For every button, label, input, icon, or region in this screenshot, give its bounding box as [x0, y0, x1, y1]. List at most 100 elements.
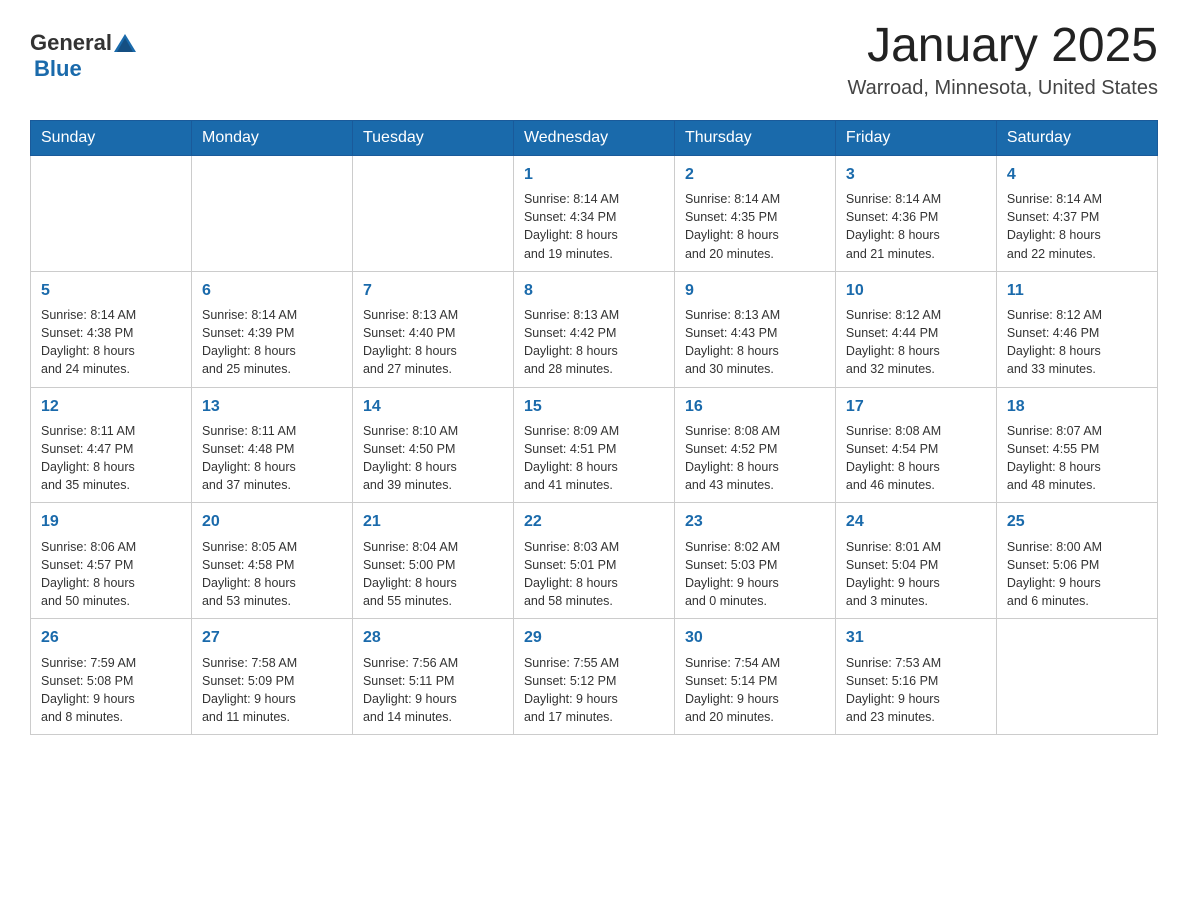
- day-number: 20: [202, 511, 342, 533]
- logo-general-text: General: [30, 30, 112, 56]
- calendar-cell: 23 Sunrise: 8:02 AMSunset: 5:03 PMDayligh…: [674, 503, 835, 619]
- day-number: 17: [846, 396, 986, 418]
- logo-blue-text: Blue: [34, 56, 82, 82]
- calendar-cell: 24Sunrise: 8:01 AMSunset: 5:04 PMDayligh…: [835, 503, 996, 619]
- day-number: 13: [202, 396, 342, 418]
- calendar-cell: 7Sunrise: 8:13 AMSunset: 4:40 PMDaylight…: [352, 271, 513, 387]
- calendar-cell: 25Sunrise: 8:00 AMSunset: 5:06 PMDayligh…: [996, 503, 1157, 619]
- day-number: 23: [685, 511, 825, 533]
- calendar-cell: 28 Sunrise: 7:56 AMSunset: 5:11 PMDayligh…: [352, 619, 513, 735]
- calendar-cell: 19Sunrise: 8:06 AMSunset: 4:57 PMDayligh…: [31, 503, 192, 619]
- calendar-cell: 20 Sunrise: 8:05 AMSunset: 4:58 PMDayligh…: [191, 503, 352, 619]
- calendar-cell: 13 Sunrise: 8:11 AMSunset: 4:48 PMDayligh…: [191, 387, 352, 503]
- calendar-cell: 22Sunrise: 8:03 AMSunset: 5:01 PMDayligh…: [513, 503, 674, 619]
- day-number: 2: [685, 164, 825, 186]
- day-info: Sunrise: 8:10 AMSunset: 4:50 PMDaylight:…: [363, 422, 503, 495]
- page-header: General Blue January 2025 Warroad, Minne…: [30, 20, 1158, 100]
- column-header-wednesday: Wednesday: [513, 120, 674, 155]
- calendar-week-row: 5 Sunrise: 8:14 AMSunset: 4:38 PMDaylight…: [31, 271, 1158, 387]
- calendar-cell: 5 Sunrise: 8:14 AMSunset: 4:38 PMDaylight…: [31, 271, 192, 387]
- day-number: 11: [1007, 280, 1147, 302]
- calendar-header-row: SundayMondayTuesdayWednesdayThursdayFrid…: [31, 120, 1158, 155]
- day-number: 1: [524, 164, 664, 186]
- calendar-cell: 15Sunrise: 8:09 AMSunset: 4:51 PMDayligh…: [513, 387, 674, 503]
- day-number: 7: [363, 280, 503, 302]
- calendar-cell: 3Sunrise: 8:14 AMSunset: 4:36 PMDaylight…: [835, 155, 996, 271]
- day-number: 8: [524, 280, 664, 302]
- calendar-week-row: 19Sunrise: 8:06 AMSunset: 4:57 PMDayligh…: [31, 503, 1158, 619]
- day-number: 14: [363, 396, 503, 418]
- day-number: 22: [524, 511, 664, 533]
- day-info: Sunrise: 7:59 AMSunset: 5:08 PMDaylight:…: [41, 654, 181, 727]
- calendar-cell: 26 Sunrise: 7:59 AMSunset: 5:08 PMDayligh…: [31, 619, 192, 735]
- location-title: Warroad, Minnesota, United States: [847, 77, 1158, 100]
- calendar-cell: 30Sunrise: 7:54 AMSunset: 5:14 PMDayligh…: [674, 619, 835, 735]
- day-number: 25: [1007, 511, 1147, 533]
- day-number: 6: [202, 280, 342, 302]
- day-info: Sunrise: 8:08 AMSunset: 4:54 PMDaylight:…: [846, 422, 986, 495]
- column-header-monday: Monday: [191, 120, 352, 155]
- day-info: Sunrise: 8:12 AMSunset: 4:46 PMDaylight:…: [1007, 306, 1147, 379]
- day-info: Sunrise: 8:02 AMSunset: 5:03 PMDaylight:…: [685, 538, 825, 611]
- day-info: Sunrise: 7:56 AMSunset: 5:11 PMDaylight:…: [363, 654, 503, 727]
- calendar-cell: 29Sunrise: 7:55 AMSunset: 5:12 PMDayligh…: [513, 619, 674, 735]
- logo: General Blue: [30, 20, 136, 82]
- day-number: 5: [41, 280, 181, 302]
- day-info: Sunrise: 8:11 AMSunset: 4:48 PMDaylight:…: [202, 422, 342, 495]
- day-number: 10: [846, 280, 986, 302]
- day-number: 12: [41, 396, 181, 418]
- calendar-cell: 1 Sunrise: 8:14 AMSunset: 4:34 PMDaylight…: [513, 155, 674, 271]
- day-number: 16: [685, 396, 825, 418]
- calendar-week-row: 1 Sunrise: 8:14 AMSunset: 4:34 PMDaylight…: [31, 155, 1158, 271]
- day-info: Sunrise: 8:14 AMSunset: 4:34 PMDaylight:…: [524, 190, 664, 263]
- month-title: January 2025: [847, 20, 1158, 73]
- day-info: Sunrise: 7:58 AMSunset: 5:09 PMDaylight:…: [202, 654, 342, 727]
- column-header-sunday: Sunday: [31, 120, 192, 155]
- day-number: 26: [41, 627, 181, 649]
- day-info: Sunrise: 8:14 AMSunset: 4:39 PMDaylight:…: [202, 306, 342, 379]
- calendar-cell: 9 Sunrise: 8:13 AMSunset: 4:43 PMDaylight…: [674, 271, 835, 387]
- day-info: Sunrise: 8:14 AMSunset: 4:35 PMDaylight:…: [685, 190, 825, 263]
- day-number: 4: [1007, 164, 1147, 186]
- calendar-cell: [996, 619, 1157, 735]
- calendar-cell: [352, 155, 513, 271]
- day-info: Sunrise: 8:01 AMSunset: 5:04 PMDaylight:…: [846, 538, 986, 611]
- calendar-week-row: 12 Sunrise: 8:11 AMSunset: 4:47 PMDayligh…: [31, 387, 1158, 503]
- calendar-cell: 31 Sunrise: 7:53 AMSunset: 5:16 PMDayligh…: [835, 619, 996, 735]
- calendar-cell: 11 Sunrise: 8:12 AMSunset: 4:46 PMDayligh…: [996, 271, 1157, 387]
- calendar-table: SundayMondayTuesdayWednesdayThursdayFrid…: [30, 120, 1158, 735]
- day-info: Sunrise: 8:05 AMSunset: 4:58 PMDaylight:…: [202, 538, 342, 611]
- day-info: Sunrise: 8:14 AMSunset: 4:37 PMDaylight:…: [1007, 190, 1147, 263]
- day-number: 28: [363, 627, 503, 649]
- column-header-thursday: Thursday: [674, 120, 835, 155]
- day-info: Sunrise: 8:13 AMSunset: 4:43 PMDaylight:…: [685, 306, 825, 379]
- day-info: Sunrise: 8:11 AMSunset: 4:47 PMDaylight:…: [41, 422, 181, 495]
- day-info: Sunrise: 7:53 AMSunset: 5:16 PMDaylight:…: [846, 654, 986, 727]
- calendar-cell: 8 Sunrise: 8:13 AMSunset: 4:42 PMDaylight…: [513, 271, 674, 387]
- calendar-cell: 12 Sunrise: 8:11 AMSunset: 4:47 PMDayligh…: [31, 387, 192, 503]
- day-info: Sunrise: 8:14 AMSunset: 4:38 PMDaylight:…: [41, 306, 181, 379]
- calendar-cell: [31, 155, 192, 271]
- calendar-cell: 4 Sunrise: 8:14 AMSunset: 4:37 PMDaylight…: [996, 155, 1157, 271]
- calendar-cell: 18Sunrise: 8:07 AMSunset: 4:55 PMDayligh…: [996, 387, 1157, 503]
- day-number: 9: [685, 280, 825, 302]
- day-number: 29: [524, 627, 664, 649]
- calendar-cell: 16 Sunrise: 8:08 AMSunset: 4:52 PMDayligh…: [674, 387, 835, 503]
- column-header-saturday: Saturday: [996, 120, 1157, 155]
- day-info: Sunrise: 8:14 AMSunset: 4:36 PMDaylight:…: [846, 190, 986, 263]
- day-info: Sunrise: 8:08 AMSunset: 4:52 PMDaylight:…: [685, 422, 825, 495]
- title-area: January 2025 Warroad, Minnesota, United …: [847, 20, 1158, 100]
- calendar-cell: 10 Sunrise: 8:12 AMSunset: 4:44 PMDayligh…: [835, 271, 996, 387]
- day-info: Sunrise: 7:54 AMSunset: 5:14 PMDaylight:…: [685, 654, 825, 727]
- day-info: Sunrise: 8:04 AMSunset: 5:00 PMDaylight:…: [363, 538, 503, 611]
- calendar-cell: 6 Sunrise: 8:14 AMSunset: 4:39 PMDaylight…: [191, 271, 352, 387]
- calendar-cell: [191, 155, 352, 271]
- day-info: Sunrise: 8:09 AMSunset: 4:51 PMDaylight:…: [524, 422, 664, 495]
- calendar-cell: 27Sunrise: 7:58 AMSunset: 5:09 PMDayligh…: [191, 619, 352, 735]
- day-info: Sunrise: 8:12 AMSunset: 4:44 PMDaylight:…: [846, 306, 986, 379]
- day-info: Sunrise: 8:06 AMSunset: 4:57 PMDaylight:…: [41, 538, 181, 611]
- day-info: Sunrise: 8:07 AMSunset: 4:55 PMDaylight:…: [1007, 422, 1147, 495]
- day-info: Sunrise: 8:13 AMSunset: 4:42 PMDaylight:…: [524, 306, 664, 379]
- day-number: 31: [846, 627, 986, 649]
- calendar-cell: 21Sunrise: 8:04 AMSunset: 5:00 PMDayligh…: [352, 503, 513, 619]
